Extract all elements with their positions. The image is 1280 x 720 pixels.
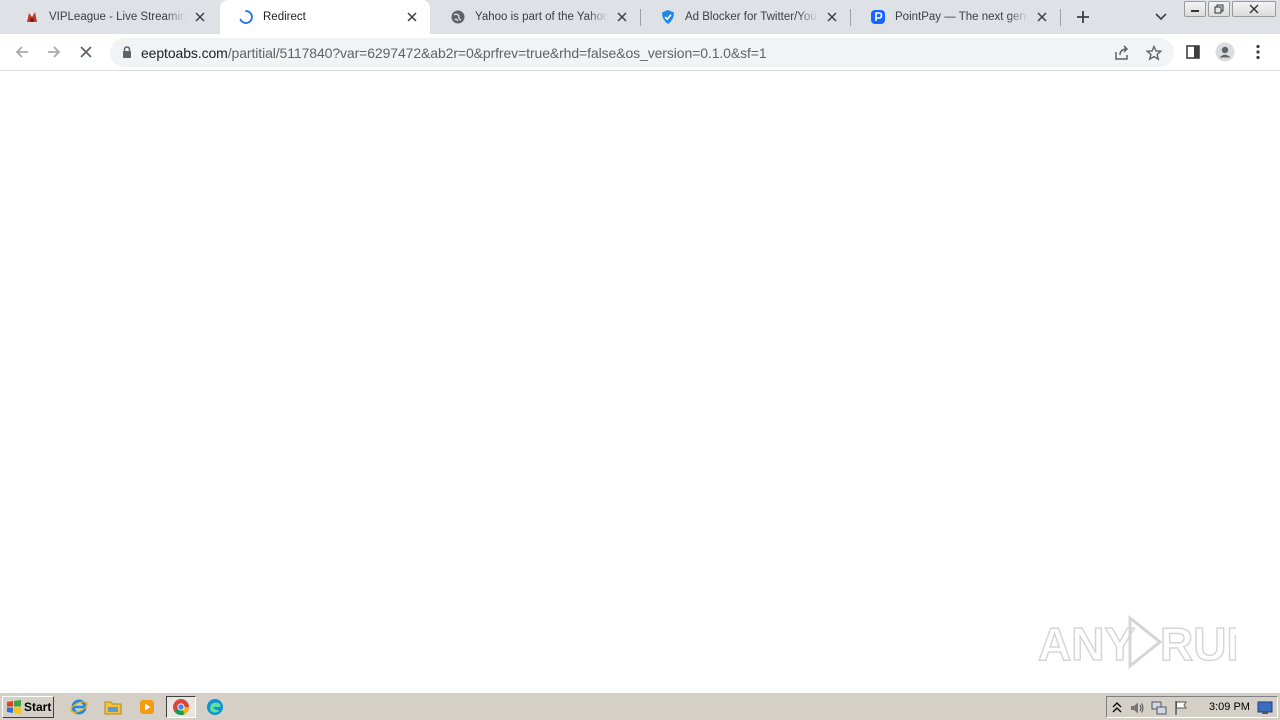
side-panel-icon	[1186, 45, 1200, 59]
close-window-button[interactable]	[1232, 1, 1276, 17]
arrow-left-icon	[15, 46, 28, 58]
address-bar[interactable]: eeptoabs.com/partitial/5117840?var=62974…	[110, 38, 1174, 67]
restore-button[interactable]	[1208, 1, 1230, 17]
browser-toolbar: eeptoabs.com/partitial/5117840?var=62974…	[0, 34, 1280, 71]
star-icon	[1146, 45, 1162, 61]
system-tray: 3:09 PM	[1106, 696, 1278, 718]
taskbar-edge[interactable]	[202, 696, 228, 718]
tab-separator	[850, 9, 851, 26]
share-icon	[1115, 45, 1129, 60]
tab-redirect[interactable]: Redirect	[220, 0, 430, 34]
chevron-up-icon	[1112, 702, 1122, 713]
page-content: ANY RUN	[0, 72, 1280, 692]
speaker-icon	[1131, 702, 1144, 714]
plus-icon	[1077, 11, 1089, 23]
bookmark-button[interactable]	[1144, 43, 1164, 63]
tab-title: Redirect	[263, 11, 306, 23]
watermark-text-left: ANY	[1038, 618, 1135, 670]
avatar-icon	[1215, 42, 1235, 62]
globe-icon	[450, 9, 466, 25]
url-path: /partitial/5117840?var=6297472&ab2r=0&pr…	[227, 45, 767, 61]
close-icon[interactable]	[824, 9, 840, 25]
tab-title: Ad Blocker for Twitter/Youtube	[685, 11, 818, 23]
side-panel-button[interactable]	[1181, 40, 1205, 64]
close-icon[interactable]	[404, 9, 420, 25]
start-button[interactable]: Start	[2, 696, 54, 718]
tab-separator	[640, 9, 641, 26]
close-icon[interactable]	[1034, 9, 1050, 25]
tab-title: VIPLeague - Live Streaming - VIPLeague	[49, 11, 186, 23]
desktop-icon	[1257, 701, 1273, 714]
vipleague-icon	[24, 9, 40, 25]
kebab-menu-icon	[1256, 44, 1260, 60]
tab-search-button[interactable]	[1150, 7, 1172, 27]
watermark-text-right: RUN	[1160, 618, 1236, 670]
network-icon	[1151, 701, 1167, 715]
windows-logo-icon	[7, 700, 21, 714]
taskbar: Start 3:09 PM	[0, 692, 1280, 720]
lock-icon[interactable]	[120, 45, 134, 59]
taskbar-file-explorer[interactable]	[100, 696, 126, 718]
taskbar-chrome[interactable]	[166, 696, 196, 718]
arrow-right-icon	[48, 46, 61, 58]
close-icon	[1249, 4, 1259, 14]
minimize-button[interactable]	[1184, 1, 1206, 17]
url-text[interactable]: eeptoabs.com/partitial/5117840?var=62974…	[141, 45, 767, 61]
shield-icon	[660, 9, 676, 25]
forward-button[interactable]	[42, 40, 66, 64]
loading-spinner-icon	[238, 9, 254, 25]
edge-icon	[207, 699, 223, 715]
stop-loading-button[interactable]	[74, 40, 98, 64]
flag-icon	[1175, 701, 1187, 715]
chevron-down-icon	[1155, 13, 1167, 21]
show-hidden-icons-button[interactable]	[1109, 700, 1125, 716]
tab-adblocker[interactable]: Ad Blocker for Twitter/Youtube	[642, 0, 850, 34]
close-icon[interactable]	[614, 9, 630, 25]
tab-title: Yahoo is part of the Yahoo family of bra…	[475, 11, 608, 23]
close-icon[interactable]	[192, 9, 208, 25]
chrome-icon	[173, 699, 189, 715]
restore-icon	[1214, 4, 1224, 14]
minimize-icon	[1191, 10, 1199, 12]
internet-explorer-icon	[70, 699, 88, 715]
new-tab-button[interactable]	[1071, 6, 1095, 28]
menu-button[interactable]	[1246, 40, 1270, 64]
show-desktop-button[interactable]	[1257, 700, 1273, 716]
volume-button[interactable]	[1129, 700, 1145, 716]
action-center-button[interactable]	[1173, 700, 1189, 716]
tab-separator	[1060, 9, 1061, 26]
tab-vipleague[interactable]: VIPLeague - Live Streaming - VIPLeague	[6, 0, 218, 34]
share-button[interactable]	[1112, 43, 1132, 63]
network-button[interactable]	[1151, 700, 1167, 716]
media-player-icon	[140, 700, 154, 714]
stop-icon	[80, 46, 92, 58]
tab-yahoo[interactable]: Yahoo is part of the Yahoo family of bra…	[432, 0, 640, 34]
taskbar-internet-explorer[interactable]	[66, 696, 92, 718]
start-label: Start	[24, 700, 52, 714]
profile-button[interactable]	[1213, 40, 1237, 64]
back-button[interactable]	[10, 40, 34, 64]
tab-title: PointPay — The next generation	[895, 11, 1028, 23]
pointpay-icon	[870, 9, 886, 25]
tab-strip: VIPLeague - Live Streaming - VIPLeague R…	[0, 0, 1280, 34]
clock[interactable]: 3:09 PM	[1209, 701, 1250, 713]
file-explorer-icon	[104, 701, 122, 715]
taskbar-media-player[interactable]	[134, 696, 160, 718]
anyrun-watermark: ANY RUN	[1037, 614, 1236, 671]
url-domain: eeptoabs.com	[141, 45, 228, 61]
tab-pointpay[interactable]: PointPay — The next generation	[852, 0, 1060, 34]
